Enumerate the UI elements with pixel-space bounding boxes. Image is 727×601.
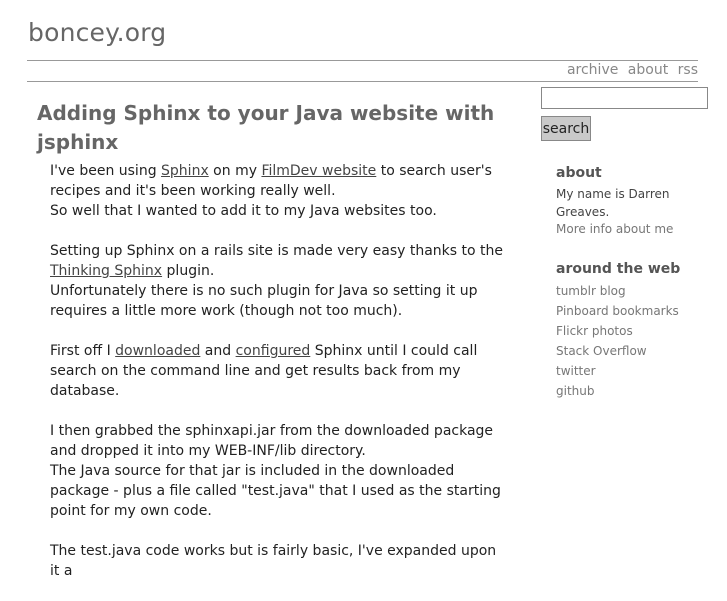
paragraph-5: The test.java code works but is fairly b… xyxy=(50,541,505,581)
sidebar-about: about My name is Darren Greaves. More in… xyxy=(556,165,716,238)
sphinx-link[interactable]: Sphinx xyxy=(161,163,209,179)
more-info-link[interactable]: More info about me xyxy=(556,221,716,238)
post-title: Adding Sphinx to your Java website with … xyxy=(37,101,495,154)
pinboard-bookmarks-link[interactable]: Pinboard bookmarks xyxy=(556,301,716,321)
twitter-link[interactable]: twitter xyxy=(556,361,716,381)
text: Unfortunately there is no such plugin fo… xyxy=(50,283,478,319)
text: So well that I wanted to add it to my Ja… xyxy=(50,203,437,219)
nav-about-link[interactable]: about xyxy=(628,62,668,78)
nav-archive-link[interactable]: archive xyxy=(567,62,618,78)
text: I then grabbed the sphinxapi.jar from th… xyxy=(50,423,494,459)
text: on my xyxy=(208,163,262,179)
filmdev-website-link[interactable]: FilmDev website xyxy=(261,163,376,179)
tumblr-blog-link[interactable]: tumblr blog xyxy=(556,281,716,301)
paragraph-1: I've been using Sphinx on my FilmDev web… xyxy=(50,161,505,221)
sidebar-around-the-web: around the web tumblr blog Pinboard book… xyxy=(556,261,716,401)
text: I've been using xyxy=(50,163,162,179)
post-body: I've been using Sphinx on my FilmDev web… xyxy=(50,161,505,601)
about-heading: about xyxy=(556,165,602,181)
nav-rss-link[interactable]: rss xyxy=(678,62,698,78)
text: The Java source for that jar is included… xyxy=(50,463,501,519)
text: and xyxy=(200,343,236,359)
thinking-sphinx-link[interactable]: Thinking Sphinx xyxy=(50,263,162,279)
text: The test.java code works but is fairly b… xyxy=(50,543,497,579)
site-title[interactable]: boncey.org xyxy=(28,18,166,47)
paragraph-3: First off I downloaded and configured Sp… xyxy=(50,341,505,401)
header-divider-top xyxy=(27,60,698,61)
top-nav: archive about rss xyxy=(562,62,698,78)
github-link[interactable]: github xyxy=(556,381,716,401)
around-the-web-heading: around the web xyxy=(556,261,681,277)
search-button[interactable]: search xyxy=(541,116,591,141)
header-divider-bottom xyxy=(27,81,698,82)
text: Setting up Sphinx on a rails site is mad… xyxy=(50,243,504,259)
stack-overflow-link[interactable]: Stack Overflow xyxy=(556,341,716,361)
downloaded-link[interactable]: downloaded xyxy=(115,343,200,359)
configured-link[interactable]: configured xyxy=(236,343,311,359)
about-text: My name is Darren Greaves. xyxy=(556,187,670,219)
text: First off I xyxy=(50,343,116,359)
flickr-photos-link[interactable]: Flickr photos xyxy=(556,321,716,341)
paragraph-4: I then grabbed the sphinxapi.jar from th… xyxy=(50,421,505,521)
text: plugin. xyxy=(162,263,215,279)
search-input[interactable] xyxy=(541,87,708,109)
paragraph-2: Setting up Sphinx on a rails site is mad… xyxy=(50,241,505,321)
